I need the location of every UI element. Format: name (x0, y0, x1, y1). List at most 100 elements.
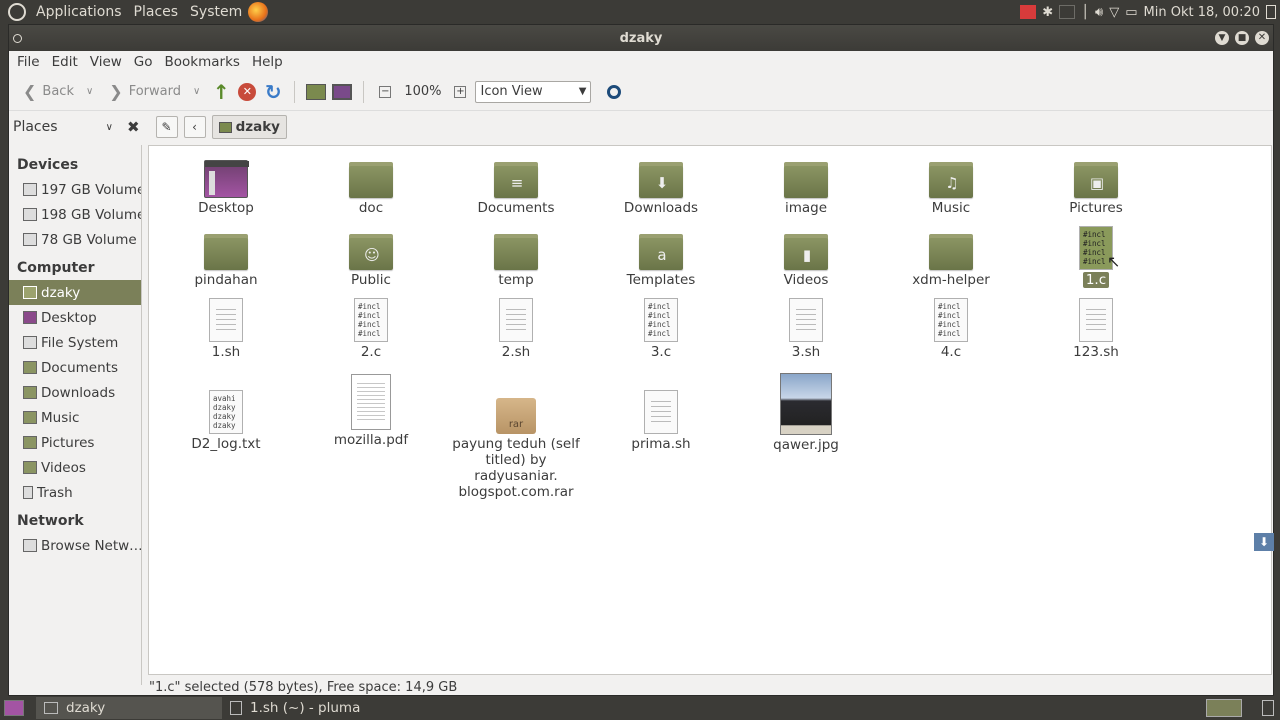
file-item-image[interactable]: image (746, 160, 866, 216)
script-file-icon (209, 298, 243, 342)
file-item-downloads[interactable]: ⬇ Downloads (601, 160, 721, 216)
scroll-down-icon[interactable]: ⬇ (1254, 533, 1274, 551)
file-item-qawer-jpg[interactable]: qawer.jpg (746, 373, 866, 453)
sidebar-item-volume-197[interactable]: 197 GB Volume (9, 177, 141, 202)
up-arrow-icon[interactable]: ↑ (210, 80, 232, 104)
file-label: prima.sh (631, 436, 691, 452)
menu-view[interactable]: View (84, 54, 128, 70)
file-label: 2.c (360, 344, 382, 360)
trash-icon[interactable] (1262, 700, 1274, 716)
volume-icon[interactable]: 🔊︎ (1095, 5, 1103, 20)
sidebar-item-documents[interactable]: Documents (9, 355, 141, 380)
file-item-3sh[interactable]: 3.sh (746, 298, 866, 360)
forward-button[interactable]: ❯ Forward ∨ (103, 78, 206, 106)
file-item-prima-sh[interactable]: prima.sh (601, 390, 721, 452)
minimize-icon[interactable]: ▼ (1215, 31, 1229, 45)
system-menu[interactable]: System (184, 4, 248, 20)
close-sidebar-icon[interactable]: ✖ (127, 118, 140, 136)
maximize-icon[interactable]: ■ (1235, 31, 1249, 45)
sidebar-item-downloads[interactable]: Downloads (9, 380, 141, 405)
sidebar-item-volume-198[interactable]: 198 GB Volume (9, 202, 141, 227)
menu-file[interactable]: File (11, 54, 46, 70)
sidebar-item-browse-network[interactable]: Browse Netw… (9, 533, 141, 558)
file-item-123sh[interactable]: 123.sh (1036, 298, 1156, 360)
sidebar-item-label: Videos (41, 459, 86, 476)
sidebar-item-pictures[interactable]: Pictures (9, 430, 141, 455)
path-back-button[interactable]: ‹ (183, 116, 206, 138)
titlebar[interactable]: dzaky ▼ ■ ✕ (9, 25, 1273, 51)
microphone-icon[interactable]: │ (1081, 5, 1089, 20)
power-icon[interactable] (1266, 5, 1276, 19)
firefox-icon[interactable] (248, 2, 269, 22)
top-menu: Applications Places System (30, 4, 248, 20)
file-item-3c[interactable]: #incl #incl #incl #incl 3.c (601, 298, 721, 360)
menu-go[interactable]: Go (128, 54, 159, 70)
file-item-videos[interactable]: ▮ Videos (746, 232, 866, 288)
reload-icon[interactable]: ↻ (262, 80, 284, 104)
file-item-public[interactable]: ☺ Public (311, 232, 431, 288)
home-icon[interactable] (305, 81, 327, 103)
sidebar-item-file-system[interactable]: File System (9, 330, 141, 355)
computer-icon[interactable] (331, 81, 353, 103)
file-item-pindahan[interactable]: pindahan (166, 232, 286, 288)
workspace-switcher[interactable] (1206, 699, 1242, 717)
sidebar-type-select[interactable]: Places ∨ (13, 119, 113, 135)
file-item-4c[interactable]: #incl #incl #incl #incl 4.c (891, 298, 1011, 360)
file-item-temp[interactable]: temp (456, 232, 576, 288)
file-item-mozilla-pdf[interactable]: mozilla.pdf (311, 374, 431, 448)
drive-icon (23, 233, 37, 246)
sidebar-item-label: Browse Netw… (41, 537, 141, 554)
zoom-in-icon[interactable]: + (449, 81, 471, 103)
taskbar-item-dzaky[interactable]: dzaky (36, 697, 222, 719)
ubuntu-logo-icon[interactable] (8, 3, 26, 21)
zoom-out-icon[interactable]: − (374, 81, 396, 103)
file-item-1sh[interactable]: 1.sh (166, 298, 286, 360)
file-item-templates[interactable]: a Templates (601, 232, 721, 288)
view-mode-select[interactable]: Icon View ▼ (475, 80, 592, 103)
sidebar-item-music[interactable]: Music (9, 405, 141, 430)
sidebar-item-trash[interactable]: Trash (9, 480, 141, 505)
file-item-doc[interactable]: doc (311, 160, 431, 216)
mail-icon[interactable] (1059, 5, 1076, 19)
sidebar-item-volume-78[interactable]: 78 GB Volume (9, 227, 141, 252)
menu-bookmarks[interactable]: Bookmarks (159, 54, 246, 70)
stop-icon[interactable]: ✕ (236, 81, 258, 103)
back-button[interactable]: ❮ Back ∨ (17, 78, 99, 106)
battery-icon[interactable]: ▭ (1125, 5, 1137, 20)
sidebar-item-dzaky[interactable]: dzaky (9, 280, 141, 305)
bluetooth-icon[interactable]: ✱ (1042, 5, 1053, 20)
window-menu-icon[interactable] (13, 33, 22, 43)
breadcrumb[interactable]: dzaky (211, 115, 287, 139)
sidebar-item-videos[interactable]: Videos (9, 455, 141, 480)
file-item-2c[interactable]: #incl #incl #incl #incl 2.c (311, 298, 431, 360)
sidebar-item-desktop[interactable]: Desktop (9, 305, 141, 330)
menu-help[interactable]: Help (246, 54, 289, 70)
show-desktop-icon[interactable] (4, 700, 24, 716)
wifi-icon[interactable]: ▽ (1109, 5, 1119, 20)
script-file-icon (789, 298, 823, 342)
file-item-documents[interactable]: ≡ Documents (456, 160, 576, 216)
file-item-d2-log[interactable]: avahi dzaky dzaky dzaky D2_log.txt (166, 390, 286, 452)
menu-edit[interactable]: Edit (46, 54, 84, 70)
file-item-music[interactable]: ♫ Music (891, 160, 1011, 216)
file-item-2sh[interactable]: 2.sh (456, 298, 576, 360)
close-icon[interactable]: ✕ (1255, 31, 1269, 45)
file-item-payung-rar[interactable]: rar payung teduh (self titled) by radyus… (451, 398, 581, 500)
file-label: Templates (626, 272, 696, 288)
file-item-desktop[interactable]: Desktop (166, 160, 286, 216)
file-item-xdm-helper[interactable]: xdm-helper (891, 232, 1011, 288)
archive-thumb-label: rar (508, 419, 524, 430)
downloads-folder-icon: ⬇ (639, 160, 683, 198)
file-item-1c[interactable]: #incl #incl #incl #incl 1.c (1036, 226, 1156, 288)
applications-menu[interactable]: Applications (30, 4, 128, 20)
file-item-pictures[interactable]: ▣ Pictures (1036, 160, 1156, 216)
search-icon[interactable] (603, 81, 625, 103)
indicator-red-icon[interactable] (1020, 5, 1037, 19)
file-label: pindahan (194, 272, 258, 288)
edit-location-button[interactable]: ✎ (155, 116, 178, 138)
places-menu[interactable]: Places (128, 4, 185, 20)
taskbar-item-pluma[interactable]: 1.sh (~) - pluma (222, 697, 408, 719)
places-label: Places (13, 119, 58, 135)
clock[interactable]: Min Okt 18, 00:20 (1144, 5, 1260, 20)
file-grid[interactable]: Desktop doc ≡ Documents ⬇ Downloads imag… (148, 145, 1272, 675)
